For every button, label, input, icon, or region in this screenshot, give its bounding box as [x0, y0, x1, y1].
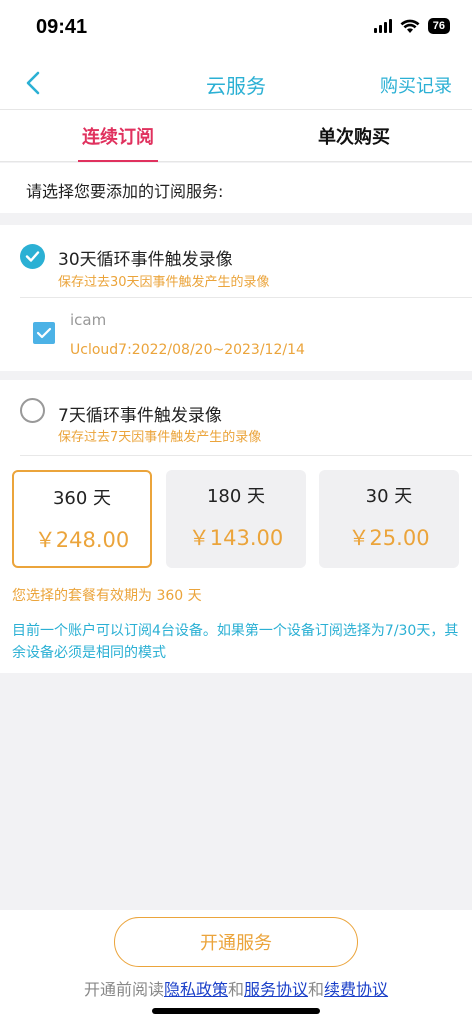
- plan-price: ￥25.00: [348, 526, 430, 550]
- battery-icon: 76: [427, 18, 450, 34]
- section-header: 请选择您要添加的订阅服务:: [0, 163, 472, 213]
- back-arrow-icon[interactable]: [22, 70, 46, 96]
- device-checkbox[interactable]: [33, 322, 55, 344]
- tab-continuous-subscription[interactable]: 连续订阅: [0, 110, 236, 162]
- option-7-day-desc: 保存过去7天因事件触发产生的录像: [58, 430, 262, 445]
- plan-price: ￥248.00: [34, 528, 130, 552]
- status-time: 09:41: [36, 16, 88, 38]
- check-icon: [25, 251, 40, 262]
- option-30-day-desc: 保存过去30天因事件触发产生的录像: [58, 275, 270, 290]
- privacy-policy-link[interactable]: 隐私政策: [164, 980, 228, 999]
- nav-bar: 云服务 购买记录: [0, 58, 472, 110]
- status-bar: 09:41 76: [0, 0, 472, 58]
- plan-days: 180 天: [206, 486, 266, 507]
- plan-180-days[interactable]: 180 天 ￥143.00: [166, 470, 306, 568]
- agreement-and: 和: [227, 980, 244, 999]
- plan-days: 30 天: [365, 486, 413, 507]
- status-icons: 76: [373, 18, 450, 34]
- purchase-history-link[interactable]: 购买记录: [380, 72, 452, 98]
- tab-single-purchase[interactable]: 单次购买: [236, 110, 472, 161]
- divider: [20, 455, 472, 456]
- agreement-text: 开通前阅读隐私政策和服务协议和续费协议: [0, 976, 472, 1000]
- section-header-text: 请选择您要添加的订阅服务:: [26, 182, 224, 201]
- bottom-bar: 开通服务 开通前阅读隐私政策和服务协议和续费协议: [0, 910, 472, 1024]
- device-subscription-period: Ucloud7:2022/08/20~2023/12/14: [70, 342, 305, 358]
- agreement-and: 和: [308, 980, 325, 999]
- renewal-agreement-link[interactable]: 续费协议: [324, 980, 388, 999]
- option-30-day-radio[interactable]: [20, 244, 45, 269]
- activate-service-button[interactable]: 开通服务: [114, 917, 358, 967]
- service-agreement-link[interactable]: 服务协议: [244, 980, 308, 999]
- plan-360-days[interactable]: 360 天 ￥248.00: [12, 470, 152, 568]
- subscription-notice: 目前一个账户可以订阅4台设备。如果第一个设备订阅选择为7/30天，其余设备必须是…: [12, 623, 459, 661]
- option-30-day-title: 30天循环事件触发录像: [58, 250, 233, 270]
- wifi-icon: [400, 19, 420, 33]
- validity-text: 您选择的套餐有效期为 360 天: [12, 588, 202, 604]
- subscription-tabs: 连续订阅 单次购买: [0, 110, 472, 162]
- divider: [20, 297, 472, 298]
- option-7-day-radio[interactable]: [20, 398, 45, 423]
- plan-days: 360 天: [52, 488, 112, 509]
- option-7-day-card: 7天循环事件触发录像 保存过去7天因事件触发产生的录像 360 天 ￥248.0…: [0, 380, 472, 673]
- option-30-day-card: 30天循环事件触发录像 保存过去30天因事件触发产生的录像 icam Uclou…: [0, 225, 472, 371]
- agreement-prefix: 开通前阅读: [83, 980, 164, 999]
- plan-price: ￥143.00: [188, 526, 284, 550]
- plan-30-days[interactable]: 30 天 ￥25.00: [319, 470, 459, 568]
- option-7-day-title: 7天循环事件触发录像: [58, 406, 222, 426]
- device-name: icam: [70, 311, 107, 329]
- signal-icon: [373, 19, 392, 33]
- checkbox-check-icon: [36, 327, 52, 339]
- home-indicator: [152, 1008, 320, 1014]
